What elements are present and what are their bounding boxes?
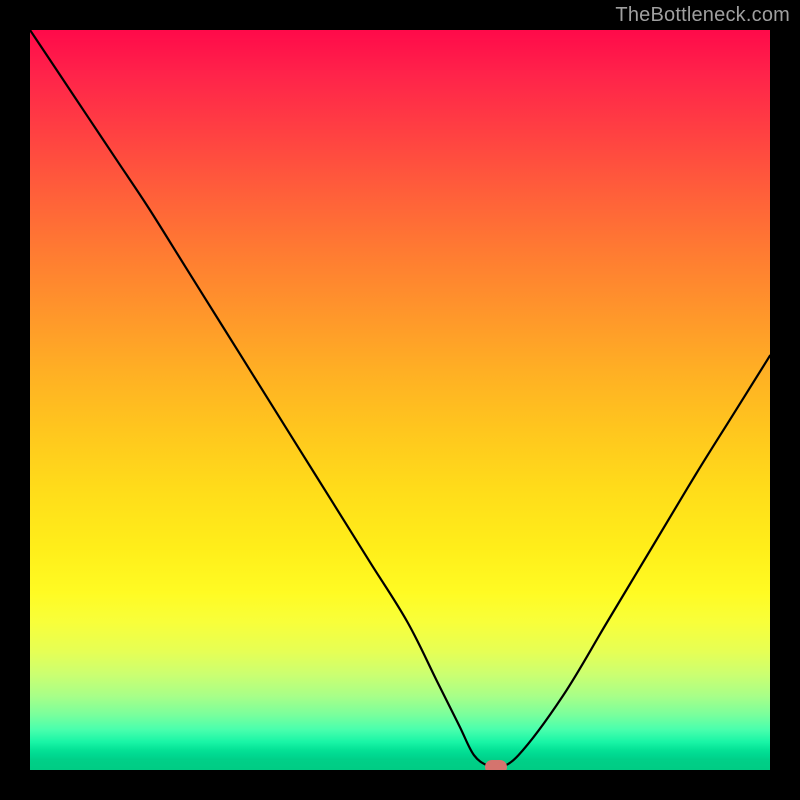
optimum-marker (485, 760, 507, 770)
watermark-text: TheBottleneck.com (615, 4, 790, 27)
curve-path (30, 30, 770, 769)
plot-area (30, 30, 770, 770)
bottleneck-curve (30, 30, 770, 770)
chart-frame: TheBottleneck.com (0, 0, 800, 800)
